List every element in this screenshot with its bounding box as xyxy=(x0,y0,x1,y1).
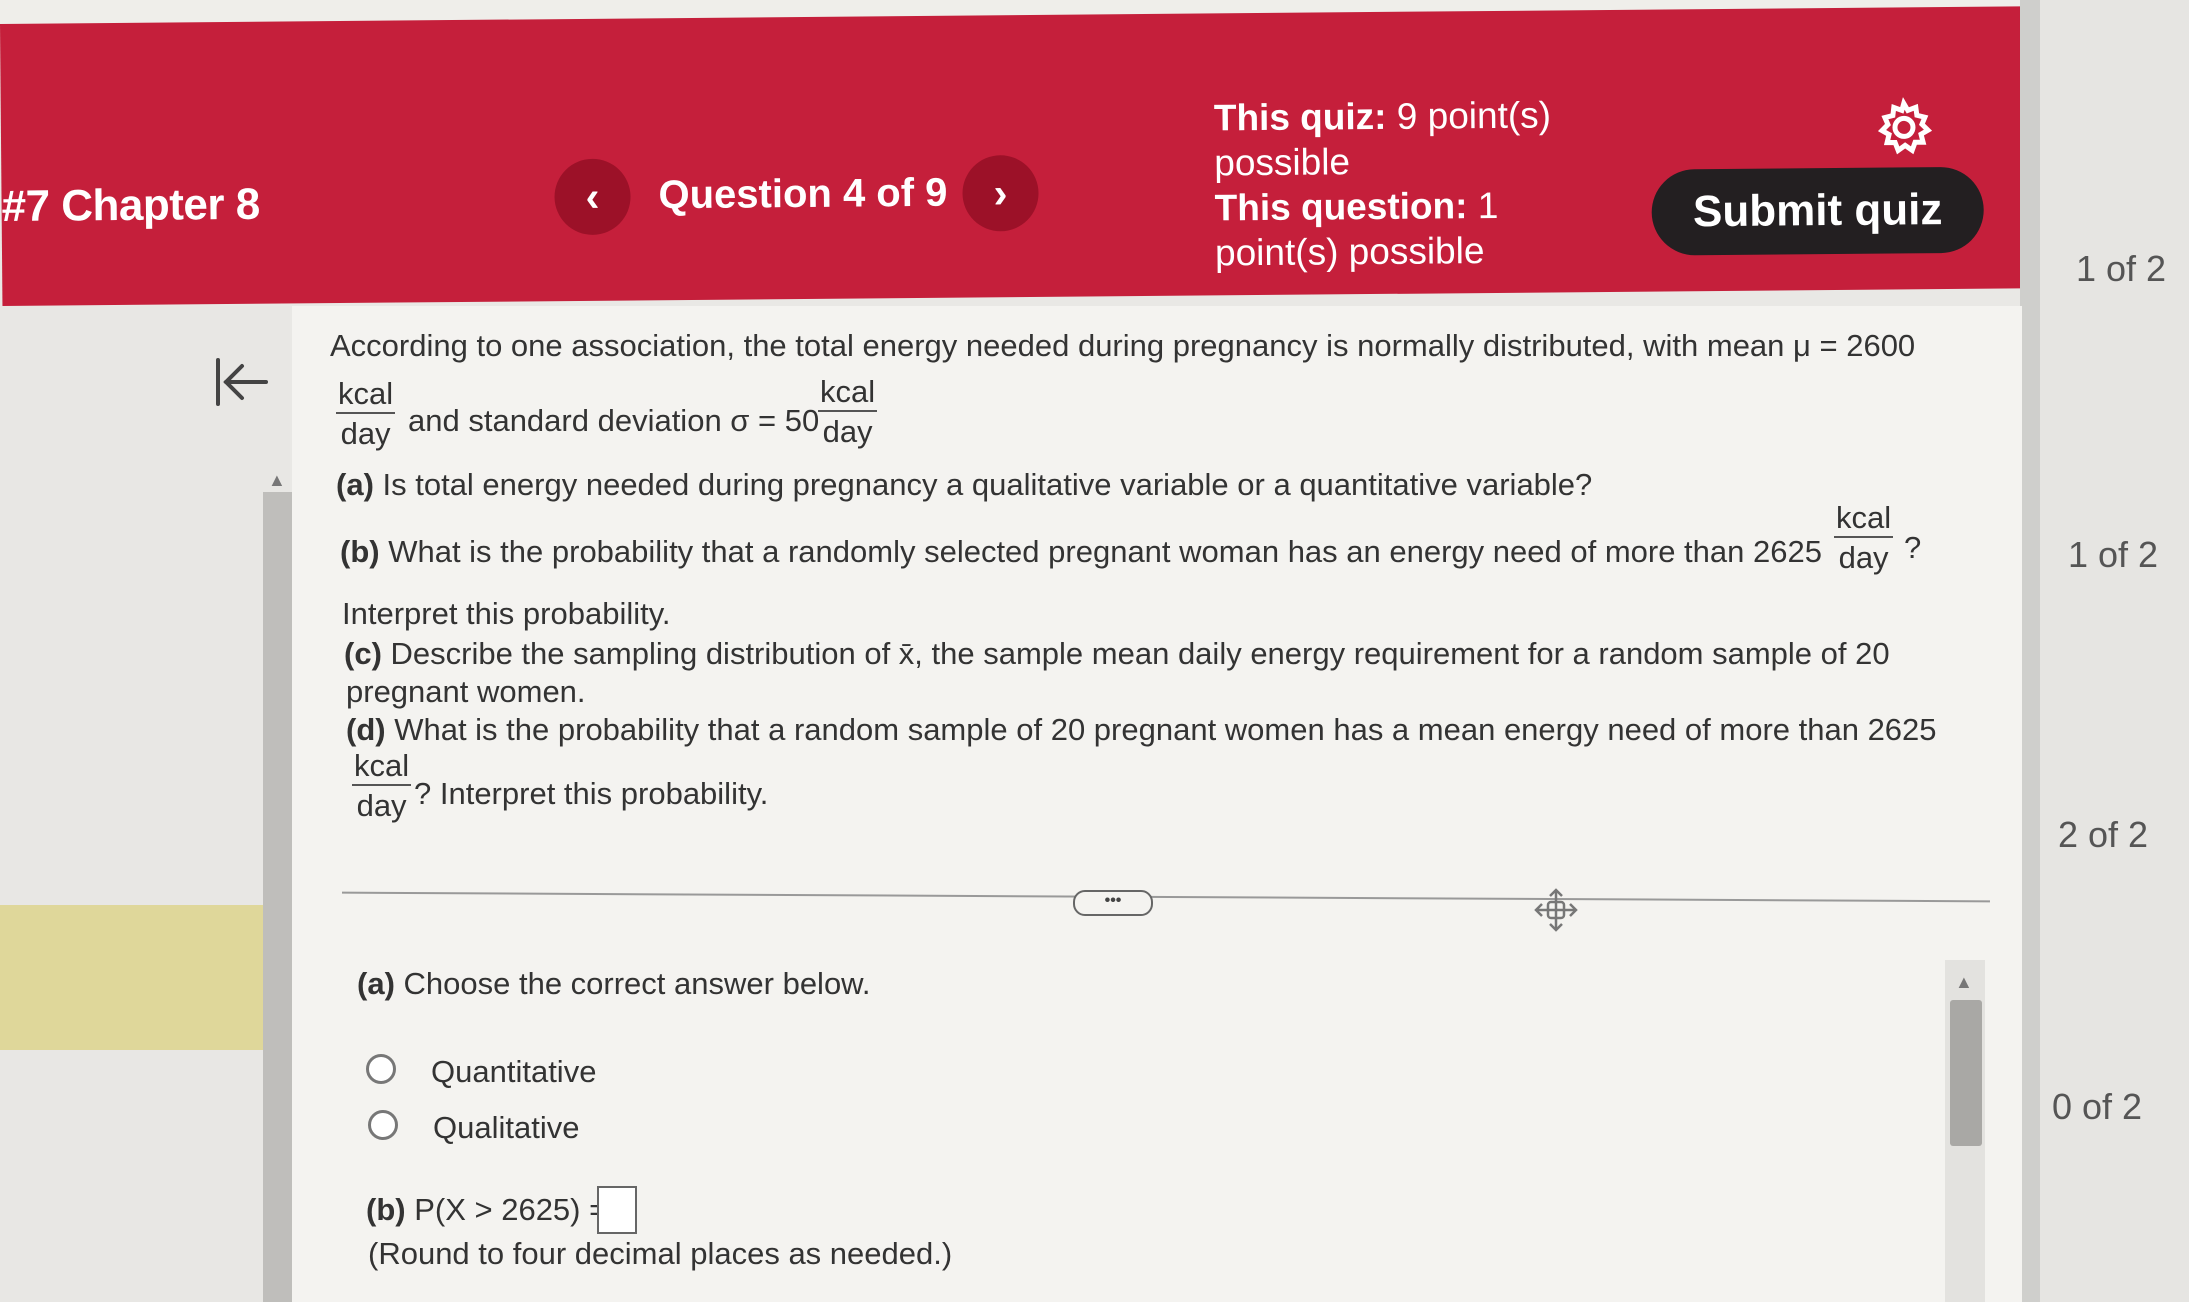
option-quantitative-label[interactable]: Quantitative xyxy=(431,1054,596,1090)
unit-fraction: kcal day xyxy=(1834,500,1894,576)
unit-denominator: day xyxy=(1838,540,1889,575)
part-b-end: ? xyxy=(1904,530,1922,565)
unit-fraction: kcal day xyxy=(352,748,412,824)
question-score: 0 of 2 xyxy=(2052,1086,2143,1127)
part-d-end: ? Interpret this probability. xyxy=(414,776,769,811)
question-intro: According to one association, the total … xyxy=(330,328,1916,363)
points-info: This quiz: 9 point(s) possible This ques… xyxy=(1214,92,1553,275)
chevron-left-icon: ‹ xyxy=(585,172,600,220)
part-c-text: Describe the sampling distribution of x̄… xyxy=(381,636,1890,671)
quiz-points-label: This quiz: xyxy=(1213,95,1387,139)
chevron-right-icon: › xyxy=(993,169,1008,217)
rounding-hint: (Round to four decimal places as needed.… xyxy=(368,1236,953,1271)
part-a-label: (a) xyxy=(336,467,374,502)
previous-question-button[interactable]: ‹ xyxy=(554,158,631,236)
unit-fraction: kcal day xyxy=(336,376,396,452)
question-counter: Question 4 of 9 xyxy=(658,170,948,218)
answer-a-prompt: (a) Choose the correct answer below. xyxy=(357,966,870,1002)
part-b-text: What is the probability that a randomly … xyxy=(379,534,1822,569)
collapse-left-icon[interactable] xyxy=(212,354,272,410)
probability-answer-input[interactable] xyxy=(597,1186,637,1234)
part-c-label: (c) xyxy=(344,636,382,671)
question-points-value: 1 xyxy=(1467,184,1499,227)
quiz-header: #7 Chapter 8 ‹ Question 4 of 9 › This qu… xyxy=(0,6,2043,306)
left-panel xyxy=(0,306,290,1302)
unit-denominator: day xyxy=(340,416,391,451)
unit-numerator: kcal xyxy=(818,374,878,412)
unit-denominator: day xyxy=(356,788,407,823)
answer-b-label: (b) xyxy=(366,1192,406,1227)
part-c-line2: pregnant women. xyxy=(346,674,586,709)
question-score: 2 of 2 xyxy=(2058,814,2149,855)
question-scrollbar[interactable] xyxy=(263,492,295,1302)
radio-quantitative[interactable] xyxy=(366,1054,396,1084)
submit-quiz-button[interactable]: Submit quiz xyxy=(1651,166,1985,256)
part-a-text: Is total energy needed during pregnancy … xyxy=(373,467,1593,502)
option-qualitative-label[interactable]: Qualitative xyxy=(433,1110,579,1146)
part-b-label: (b) xyxy=(340,534,380,569)
answer-a-label: (a) xyxy=(357,966,395,1001)
chapter-title: #7 Chapter 8 xyxy=(1,179,260,231)
quiz-points-line2: possible xyxy=(1214,141,1351,184)
scroll-up-arrow-icon[interactable]: ▲ xyxy=(1955,972,1973,993)
answer-b-expression: P(X > 2625) = xyxy=(405,1192,608,1227)
part-c-question: (c) Describe the sampling distribution o… xyxy=(344,636,1890,672)
part-a-question: (a) Is total energy needed during pregna… xyxy=(336,467,1592,503)
answer-b-prompt: (b) P(X > 2625) = xyxy=(366,1192,607,1228)
answer-a-text: Choose the correct answer below. xyxy=(394,966,871,1001)
gear-icon[interactable] xyxy=(1874,97,1935,158)
unit-fraction: kcal day xyxy=(818,374,878,450)
quiz-points-value: 9 point(s) xyxy=(1386,94,1552,137)
unit-numerator: kcal xyxy=(1834,500,1894,538)
part-b-interpret: Interpret this probability. xyxy=(342,596,671,631)
part-d-text: What is the probability that a random sa… xyxy=(385,712,1937,747)
answer-scrollbar-thumb[interactable] xyxy=(1950,1000,1982,1146)
scroll-up-arrow-icon[interactable]: ▲ xyxy=(268,470,286,491)
part-b-question: (b) What is the probability that a rando… xyxy=(340,534,1822,570)
question-points-label: This question: xyxy=(1214,185,1468,229)
expand-dots-button[interactable]: ••• xyxy=(1073,890,1153,916)
question-score: 1 of 2 xyxy=(2068,534,2159,575)
question-points-line2: point(s) possible xyxy=(1214,230,1485,274)
question-intro-sd: and standard deviation σ = 50 xyxy=(408,403,820,438)
move-icon[interactable] xyxy=(1532,886,1580,934)
next-question-button[interactable]: › xyxy=(962,154,1039,232)
unit-numerator: kcal xyxy=(352,748,412,786)
unit-numerator: kcal xyxy=(336,376,396,414)
unit-denominator: day xyxy=(822,414,873,449)
part-d-label: (d) xyxy=(346,712,386,747)
part-d-question: (d) What is the probability that a rando… xyxy=(346,712,1937,748)
highlight-band xyxy=(0,905,285,1050)
radio-qualitative[interactable] xyxy=(368,1110,398,1140)
question-score: 1 of 2 xyxy=(2076,248,2167,289)
score-column-divider xyxy=(2020,0,2040,1302)
